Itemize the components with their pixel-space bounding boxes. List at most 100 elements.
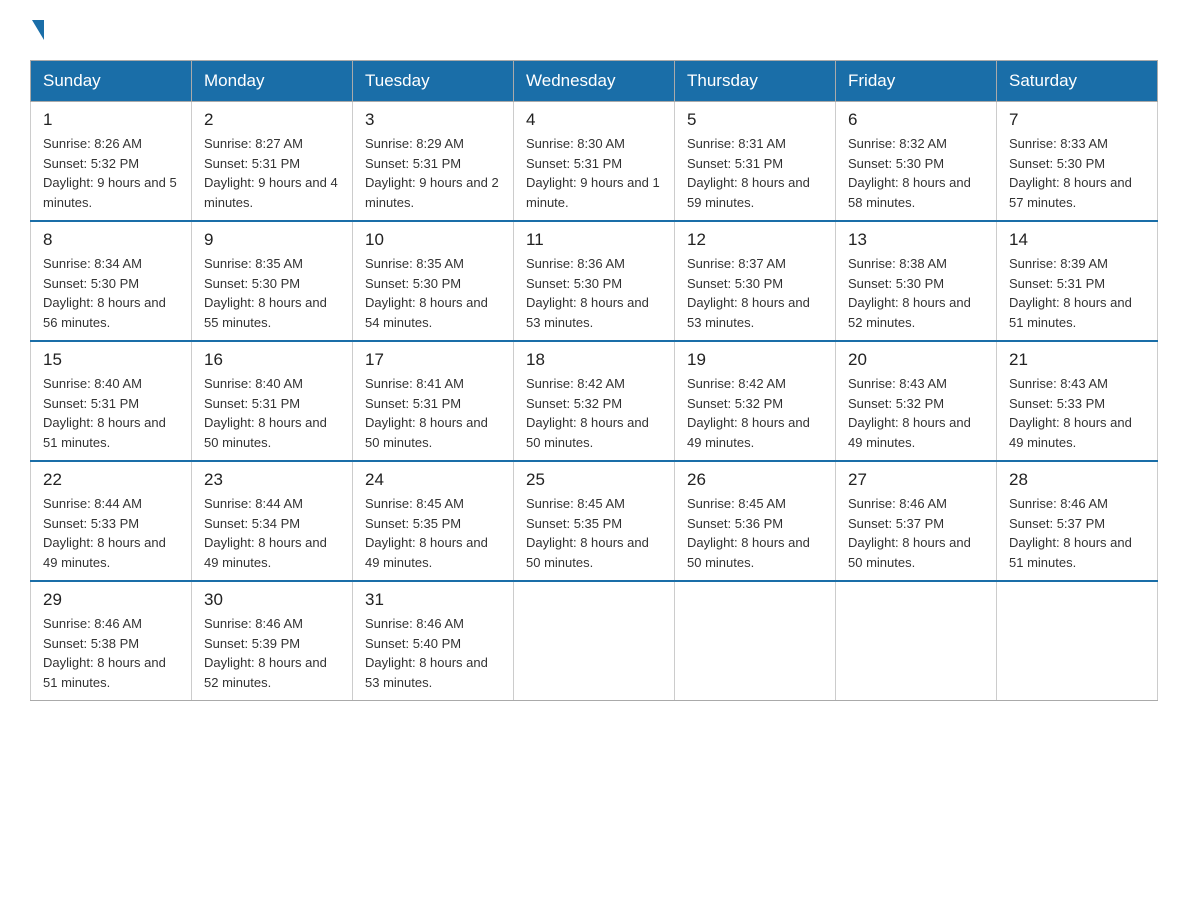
calendar-table: SundayMondayTuesdayWednesdayThursdayFrid… (30, 60, 1158, 701)
day-info: Sunrise: 8:40 AM Sunset: 5:31 PM Dayligh… (43, 374, 179, 452)
calendar-cell: 11 Sunrise: 8:36 AM Sunset: 5:30 PM Dayl… (514, 221, 675, 341)
calendar-cell: 2 Sunrise: 8:27 AM Sunset: 5:31 PM Dayli… (192, 102, 353, 222)
day-number: 16 (204, 350, 340, 370)
calendar-cell: 26 Sunrise: 8:45 AM Sunset: 5:36 PM Dayl… (675, 461, 836, 581)
calendar-cell: 25 Sunrise: 8:45 AM Sunset: 5:35 PM Dayl… (514, 461, 675, 581)
day-number: 31 (365, 590, 501, 610)
calendar-cell: 29 Sunrise: 8:46 AM Sunset: 5:38 PM Dayl… (31, 581, 192, 701)
day-number: 7 (1009, 110, 1145, 130)
logo-triangle-icon (32, 20, 44, 40)
day-number: 8 (43, 230, 179, 250)
calendar-cell: 21 Sunrise: 8:43 AM Sunset: 5:33 PM Dayl… (997, 341, 1158, 461)
day-number: 1 (43, 110, 179, 130)
calendar-cell: 22 Sunrise: 8:44 AM Sunset: 5:33 PM Dayl… (31, 461, 192, 581)
day-number: 27 (848, 470, 984, 490)
calendar-cell: 17 Sunrise: 8:41 AM Sunset: 5:31 PM Dayl… (353, 341, 514, 461)
day-info: Sunrise: 8:38 AM Sunset: 5:30 PM Dayligh… (848, 254, 984, 332)
weekday-header-thursday: Thursday (675, 61, 836, 102)
weekday-header-saturday: Saturday (997, 61, 1158, 102)
day-info: Sunrise: 8:27 AM Sunset: 5:31 PM Dayligh… (204, 134, 340, 212)
day-info: Sunrise: 8:39 AM Sunset: 5:31 PM Dayligh… (1009, 254, 1145, 332)
weekday-header-monday: Monday (192, 61, 353, 102)
calendar-cell: 8 Sunrise: 8:34 AM Sunset: 5:30 PM Dayli… (31, 221, 192, 341)
calendar-cell: 30 Sunrise: 8:46 AM Sunset: 5:39 PM Dayl… (192, 581, 353, 701)
day-info: Sunrise: 8:42 AM Sunset: 5:32 PM Dayligh… (526, 374, 662, 452)
day-info: Sunrise: 8:43 AM Sunset: 5:32 PM Dayligh… (848, 374, 984, 452)
day-info: Sunrise: 8:35 AM Sunset: 5:30 PM Dayligh… (365, 254, 501, 332)
calendar-cell: 13 Sunrise: 8:38 AM Sunset: 5:30 PM Dayl… (836, 221, 997, 341)
day-number: 9 (204, 230, 340, 250)
day-number: 17 (365, 350, 501, 370)
calendar-cell (836, 581, 997, 701)
weekday-header-sunday: Sunday (31, 61, 192, 102)
day-info: Sunrise: 8:43 AM Sunset: 5:33 PM Dayligh… (1009, 374, 1145, 452)
day-number: 12 (687, 230, 823, 250)
week-row-2: 8 Sunrise: 8:34 AM Sunset: 5:30 PM Dayli… (31, 221, 1158, 341)
day-number: 23 (204, 470, 340, 490)
day-number: 26 (687, 470, 823, 490)
day-info: Sunrise: 8:46 AM Sunset: 5:38 PM Dayligh… (43, 614, 179, 692)
calendar-cell: 12 Sunrise: 8:37 AM Sunset: 5:30 PM Dayl… (675, 221, 836, 341)
day-info: Sunrise: 8:46 AM Sunset: 5:40 PM Dayligh… (365, 614, 501, 692)
day-info: Sunrise: 8:40 AM Sunset: 5:31 PM Dayligh… (204, 374, 340, 452)
day-number: 25 (526, 470, 662, 490)
day-info: Sunrise: 8:46 AM Sunset: 5:37 PM Dayligh… (1009, 494, 1145, 572)
weekday-header-wednesday: Wednesday (514, 61, 675, 102)
calendar-cell: 24 Sunrise: 8:45 AM Sunset: 5:35 PM Dayl… (353, 461, 514, 581)
day-info: Sunrise: 8:46 AM Sunset: 5:39 PM Dayligh… (204, 614, 340, 692)
calendar-cell: 20 Sunrise: 8:43 AM Sunset: 5:32 PM Dayl… (836, 341, 997, 461)
calendar-cell: 1 Sunrise: 8:26 AM Sunset: 5:32 PM Dayli… (31, 102, 192, 222)
day-number: 11 (526, 230, 662, 250)
weekday-header-friday: Friday (836, 61, 997, 102)
calendar-cell: 9 Sunrise: 8:35 AM Sunset: 5:30 PM Dayli… (192, 221, 353, 341)
calendar-cell: 31 Sunrise: 8:46 AM Sunset: 5:40 PM Dayl… (353, 581, 514, 701)
week-row-3: 15 Sunrise: 8:40 AM Sunset: 5:31 PM Dayl… (31, 341, 1158, 461)
day-number: 22 (43, 470, 179, 490)
day-info: Sunrise: 8:42 AM Sunset: 5:32 PM Dayligh… (687, 374, 823, 452)
day-info: Sunrise: 8:30 AM Sunset: 5:31 PM Dayligh… (526, 134, 662, 212)
day-info: Sunrise: 8:29 AM Sunset: 5:31 PM Dayligh… (365, 134, 501, 212)
logo (30, 20, 46, 40)
day-info: Sunrise: 8:45 AM Sunset: 5:35 PM Dayligh… (526, 494, 662, 572)
page-header (30, 20, 1158, 40)
day-info: Sunrise: 8:35 AM Sunset: 5:30 PM Dayligh… (204, 254, 340, 332)
day-info: Sunrise: 8:46 AM Sunset: 5:37 PM Dayligh… (848, 494, 984, 572)
day-number: 29 (43, 590, 179, 610)
day-info: Sunrise: 8:37 AM Sunset: 5:30 PM Dayligh… (687, 254, 823, 332)
day-info: Sunrise: 8:44 AM Sunset: 5:33 PM Dayligh… (43, 494, 179, 572)
calendar-cell (997, 581, 1158, 701)
day-number: 15 (43, 350, 179, 370)
day-info: Sunrise: 8:31 AM Sunset: 5:31 PM Dayligh… (687, 134, 823, 212)
day-number: 13 (848, 230, 984, 250)
day-number: 28 (1009, 470, 1145, 490)
day-number: 30 (204, 590, 340, 610)
day-number: 3 (365, 110, 501, 130)
day-info: Sunrise: 8:32 AM Sunset: 5:30 PM Dayligh… (848, 134, 984, 212)
day-info: Sunrise: 8:34 AM Sunset: 5:30 PM Dayligh… (43, 254, 179, 332)
calendar-body: 1 Sunrise: 8:26 AM Sunset: 5:32 PM Dayli… (31, 102, 1158, 701)
day-number: 18 (526, 350, 662, 370)
calendar-cell (514, 581, 675, 701)
day-info: Sunrise: 8:45 AM Sunset: 5:35 PM Dayligh… (365, 494, 501, 572)
day-number: 6 (848, 110, 984, 130)
week-row-1: 1 Sunrise: 8:26 AM Sunset: 5:32 PM Dayli… (31, 102, 1158, 222)
day-info: Sunrise: 8:36 AM Sunset: 5:30 PM Dayligh… (526, 254, 662, 332)
day-info: Sunrise: 8:33 AM Sunset: 5:30 PM Dayligh… (1009, 134, 1145, 212)
calendar-cell: 10 Sunrise: 8:35 AM Sunset: 5:30 PM Dayl… (353, 221, 514, 341)
calendar-cell: 18 Sunrise: 8:42 AM Sunset: 5:32 PM Dayl… (514, 341, 675, 461)
calendar-cell: 14 Sunrise: 8:39 AM Sunset: 5:31 PM Dayl… (997, 221, 1158, 341)
calendar-cell: 6 Sunrise: 8:32 AM Sunset: 5:30 PM Dayli… (836, 102, 997, 222)
day-info: Sunrise: 8:26 AM Sunset: 5:32 PM Dayligh… (43, 134, 179, 212)
calendar-cell (675, 581, 836, 701)
calendar-cell: 19 Sunrise: 8:42 AM Sunset: 5:32 PM Dayl… (675, 341, 836, 461)
day-number: 21 (1009, 350, 1145, 370)
day-number: 19 (687, 350, 823, 370)
weekday-header-row: SundayMondayTuesdayWednesdayThursdayFrid… (31, 61, 1158, 102)
day-number: 2 (204, 110, 340, 130)
day-number: 5 (687, 110, 823, 130)
day-number: 10 (365, 230, 501, 250)
day-info: Sunrise: 8:44 AM Sunset: 5:34 PM Dayligh… (204, 494, 340, 572)
calendar-cell: 7 Sunrise: 8:33 AM Sunset: 5:30 PM Dayli… (997, 102, 1158, 222)
weekday-header-tuesday: Tuesday (353, 61, 514, 102)
day-number: 4 (526, 110, 662, 130)
